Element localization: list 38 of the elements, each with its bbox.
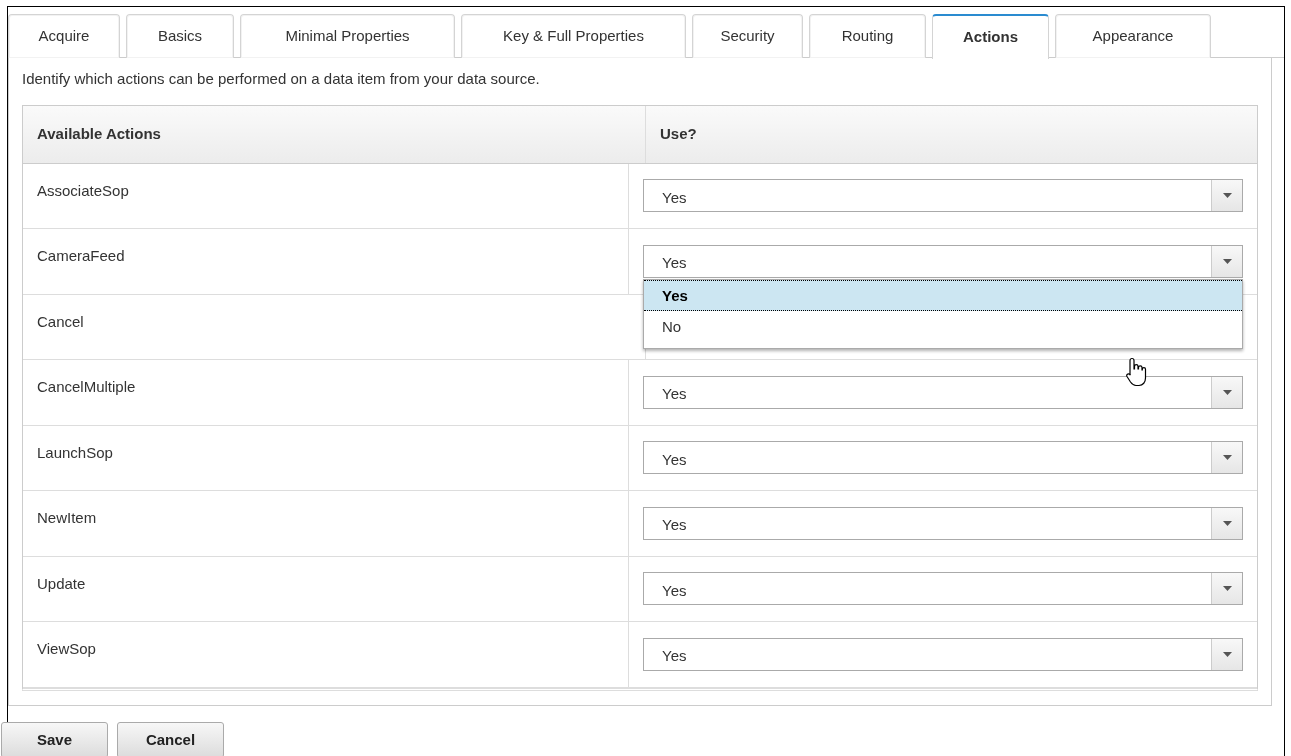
action-name: Update [37,573,86,594]
action-button[interactable]: Cancel [117,722,224,756]
action-button[interactable]: Save [1,722,108,756]
action-name: CancelMultiple [37,377,136,397]
dropdown-option[interactable]: No [644,311,1242,342]
description-text: Identify which actions can be performed on a data item from your data source. [22,69,541,89]
action-name: NewItem [37,508,97,528]
dropdown-option[interactable]: Yes [644,280,1242,311]
tab[interactable]: Acquire [8,14,120,58]
use-dropdown[interactable]: Yes [643,572,1243,606]
caret-icon [1222,586,1232,592]
tab[interactable]: Security [692,14,803,58]
use-dropdown[interactable]: Yes [643,441,1243,475]
tab[interactable]: Key & Full Properties [461,14,686,58]
column-header: Use? [660,123,697,144]
caret-icon [1222,520,1232,526]
caret-icon [1222,389,1232,395]
action-name: AssociateSop [37,180,129,201]
caret-icon [1222,258,1232,264]
tab[interactable]: Appearance [1055,14,1211,58]
hand-cursor-icon [1126,357,1148,387]
column-header: Available Actions [37,123,161,144]
action-name: LaunchSop [37,442,113,463]
use-dropdown[interactable]: Yes [643,244,1243,278]
action-name: Cancel [37,311,84,332]
tab[interactable]: Routing [809,14,926,58]
tab[interactable]: Basics [126,14,234,58]
action-name: CameraFeed [37,246,125,266]
use-dropdown[interactable]: Yes [643,506,1243,540]
caret-icon [1222,455,1232,461]
caret-icon [1222,193,1232,199]
use-dropdown[interactable]: Yes [643,375,1243,409]
action-name: ViewSop [37,639,96,659]
use-dropdown[interactable]: Yes [643,179,1243,213]
tab[interactable]: Minimal Properties [240,14,455,58]
caret-icon [1222,651,1232,657]
tab[interactable]: Actions [932,14,1049,59]
use-dropdown[interactable]: Yes [643,637,1243,671]
